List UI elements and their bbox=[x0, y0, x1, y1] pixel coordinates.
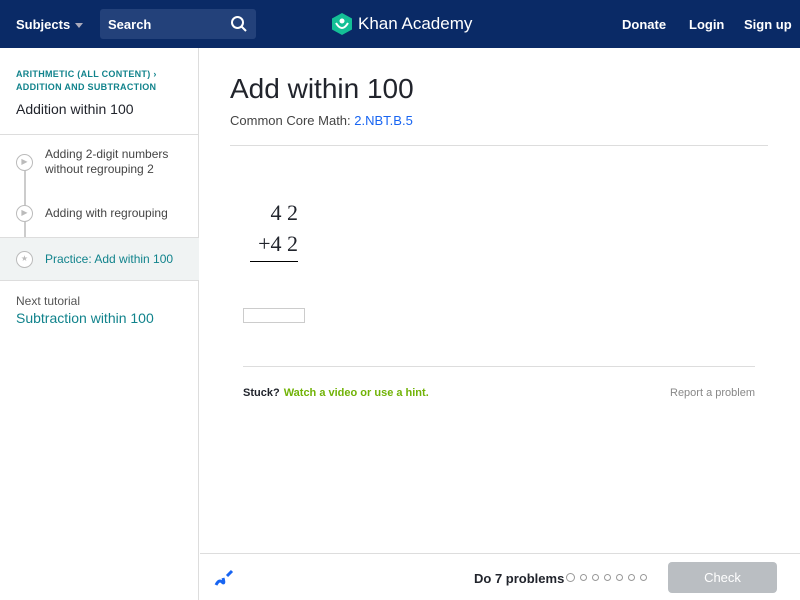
login-link[interactable]: Login bbox=[689, 17, 724, 32]
footer-bar: Do 7 problems Check bbox=[200, 553, 800, 600]
hint-link[interactable]: Watch a video or use a hint. bbox=[284, 387, 429, 399]
list-item[interactable]: ▶ Adding 2-digit numbers without regroupi… bbox=[0, 135, 199, 189]
breadcrumb-link[interactable]: ARITHMETIC (ALL CONTENT) › bbox=[16, 69, 157, 79]
report-problem-link[interactable]: Report a problem bbox=[670, 387, 755, 399]
subjects-menu[interactable]: Subjects bbox=[16, 17, 84, 32]
next-tutorial-label: Next tutorial bbox=[16, 294, 81, 308]
logo-icon bbox=[332, 13, 352, 35]
page-title: Add within 100 bbox=[230, 73, 414, 104]
search-icon bbox=[231, 16, 247, 32]
problem-count: Do 7 problems bbox=[474, 571, 565, 586]
divider bbox=[243, 366, 755, 367]
play-icon: ▶ bbox=[16, 153, 33, 171]
top-nav: Subjects Search Khan Academy Donate Logi… bbox=[0, 0, 800, 48]
breadcrumb: ARITHMETIC (ALL CONTENT) › ADDITION AND S… bbox=[16, 68, 157, 94]
list-item[interactable]: ★ Practice: Add within 100 bbox=[0, 237, 199, 281]
standard-link[interactable]: 2.NBT.B.5 bbox=[354, 113, 413, 128]
breadcrumb-link[interactable]: ADDITION AND SUBTRACTION bbox=[16, 82, 156, 92]
answer-input[interactable] bbox=[243, 308, 305, 323]
star-icon: ★ bbox=[16, 250, 33, 268]
tutorial-title: Addition within 100 bbox=[16, 101, 134, 117]
sum-line bbox=[250, 261, 298, 262]
list-item[interactable]: ▶ Adding with regrouping bbox=[0, 189, 199, 237]
next-tutorial-link[interactable]: Subtraction within 100 bbox=[16, 310, 154, 326]
common-core: Common Core Math: 2.NBT.B.5 bbox=[230, 113, 413, 128]
addition-problem: 4 2 +4 2 bbox=[250, 197, 298, 262]
divider bbox=[230, 145, 768, 146]
play-icon: ▶ bbox=[16, 204, 33, 222]
progress-dots bbox=[566, 573, 647, 582]
scratchpad-icon[interactable] bbox=[214, 568, 234, 588]
stuck-text: Stuck? Watch a video or use a hint. bbox=[243, 387, 429, 399]
signup-link[interactable]: Sign up bbox=[744, 17, 792, 32]
sidebar: ARITHMETIC (ALL CONTENT) › ADDITION AND S… bbox=[0, 48, 199, 600]
donate-link[interactable]: Donate bbox=[622, 17, 666, 32]
search-input[interactable]: Search bbox=[100, 9, 256, 39]
check-button[interactable]: Check bbox=[668, 562, 777, 593]
caret-down-icon bbox=[75, 23, 84, 29]
tutorial-list: ▶ Adding 2-digit numbers without regroupi… bbox=[0, 134, 199, 281]
khan-academy-logo[interactable]: Khan Academy bbox=[332, 13, 472, 35]
